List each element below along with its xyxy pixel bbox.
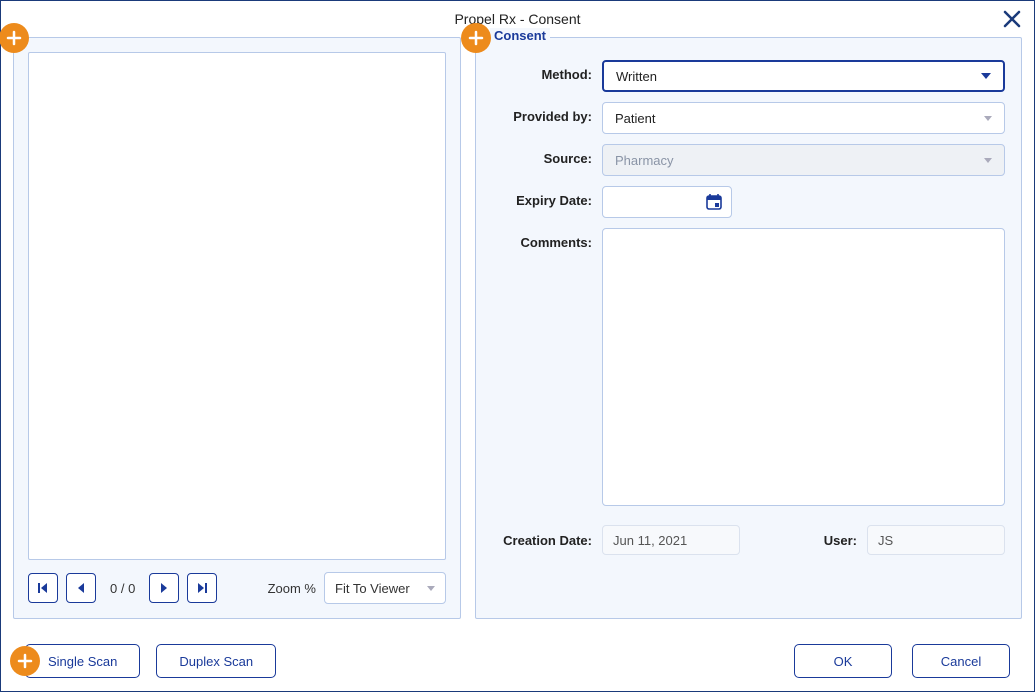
provided-by-select[interactable]: Patient (602, 102, 1005, 134)
cancel-button[interactable]: Cancel (912, 644, 1010, 678)
audit-row: Creation Date: Jun 11, 2021 User: JS (492, 525, 1005, 555)
provided-by-value: Patient (615, 111, 655, 126)
consent-dialog: Propel Rx - Consent 0 / 0 (0, 0, 1035, 692)
last-page-icon (195, 581, 209, 595)
plus-icon (468, 30, 484, 46)
ok-button[interactable]: OK (794, 644, 892, 678)
plus-icon (17, 653, 33, 669)
prev-page-icon (75, 581, 87, 595)
document-viewer-panel: 0 / 0 Zoom % Fit To Viewer (13, 37, 461, 619)
zoom-value: Fit To Viewer (335, 581, 410, 596)
duplex-scan-button[interactable]: Duplex Scan (156, 644, 276, 678)
help-badge-viewer[interactable] (0, 23, 29, 53)
last-page-button[interactable] (187, 573, 217, 603)
user-field: JS (867, 525, 1005, 555)
chevron-down-icon (984, 116, 992, 121)
method-label: Method: (492, 60, 602, 82)
plus-icon (6, 30, 22, 46)
single-scan-button[interactable]: Single Scan (25, 644, 140, 678)
next-page-icon (158, 581, 170, 595)
viewer-controls: 0 / 0 Zoom % Fit To Viewer (28, 560, 446, 604)
comments-textarea[interactable] (602, 228, 1005, 506)
creation-date-label: Creation Date: (492, 533, 602, 548)
scan-button-group: Single Scan Duplex Scan (25, 644, 276, 678)
help-badge-form[interactable] (461, 23, 491, 53)
provided-by-label: Provided by: (492, 102, 602, 124)
source-select: Pharmacy (602, 144, 1005, 176)
page-count: 0 / 0 (110, 581, 135, 596)
consent-form-panel: Consent Method: Written Provided by: Pat… (475, 37, 1022, 619)
user-label: User: (767, 533, 867, 548)
chevron-down-icon (984, 158, 992, 163)
close-icon (1002, 9, 1022, 29)
first-page-button[interactable] (28, 573, 58, 603)
comments-label: Comments: (492, 228, 602, 250)
zoom-select[interactable]: Fit To Viewer (324, 572, 446, 604)
method-select[interactable]: Written (602, 60, 1005, 92)
panel-legend: Consent (490, 28, 550, 43)
zoom-label: Zoom % (268, 581, 316, 596)
source-value: Pharmacy (615, 153, 674, 168)
help-badge-scan[interactable] (10, 646, 40, 676)
method-value: Written (616, 69, 657, 84)
expiry-date-input[interactable] (602, 186, 732, 218)
prev-page-button[interactable] (66, 573, 96, 603)
expiry-date-label: Expiry Date: (492, 186, 602, 208)
creation-date-value: Jun 11, 2021 (613, 533, 687, 548)
first-page-icon (36, 581, 50, 595)
dialog-content: 0 / 0 Zoom % Fit To Viewer Consent (1, 37, 1034, 631)
source-label: Source: (492, 144, 602, 166)
chevron-down-icon (981, 73, 991, 79)
creation-date-field: Jun 11, 2021 (602, 525, 740, 555)
close-button[interactable] (998, 5, 1026, 33)
calendar-icon (705, 193, 723, 211)
chevron-down-icon (427, 586, 435, 591)
dialog-footer: Single Scan Duplex Scan OK Cancel (1, 631, 1034, 691)
user-value: JS (878, 533, 893, 548)
document-viewer[interactable] (28, 52, 446, 560)
next-page-button[interactable] (149, 573, 179, 603)
